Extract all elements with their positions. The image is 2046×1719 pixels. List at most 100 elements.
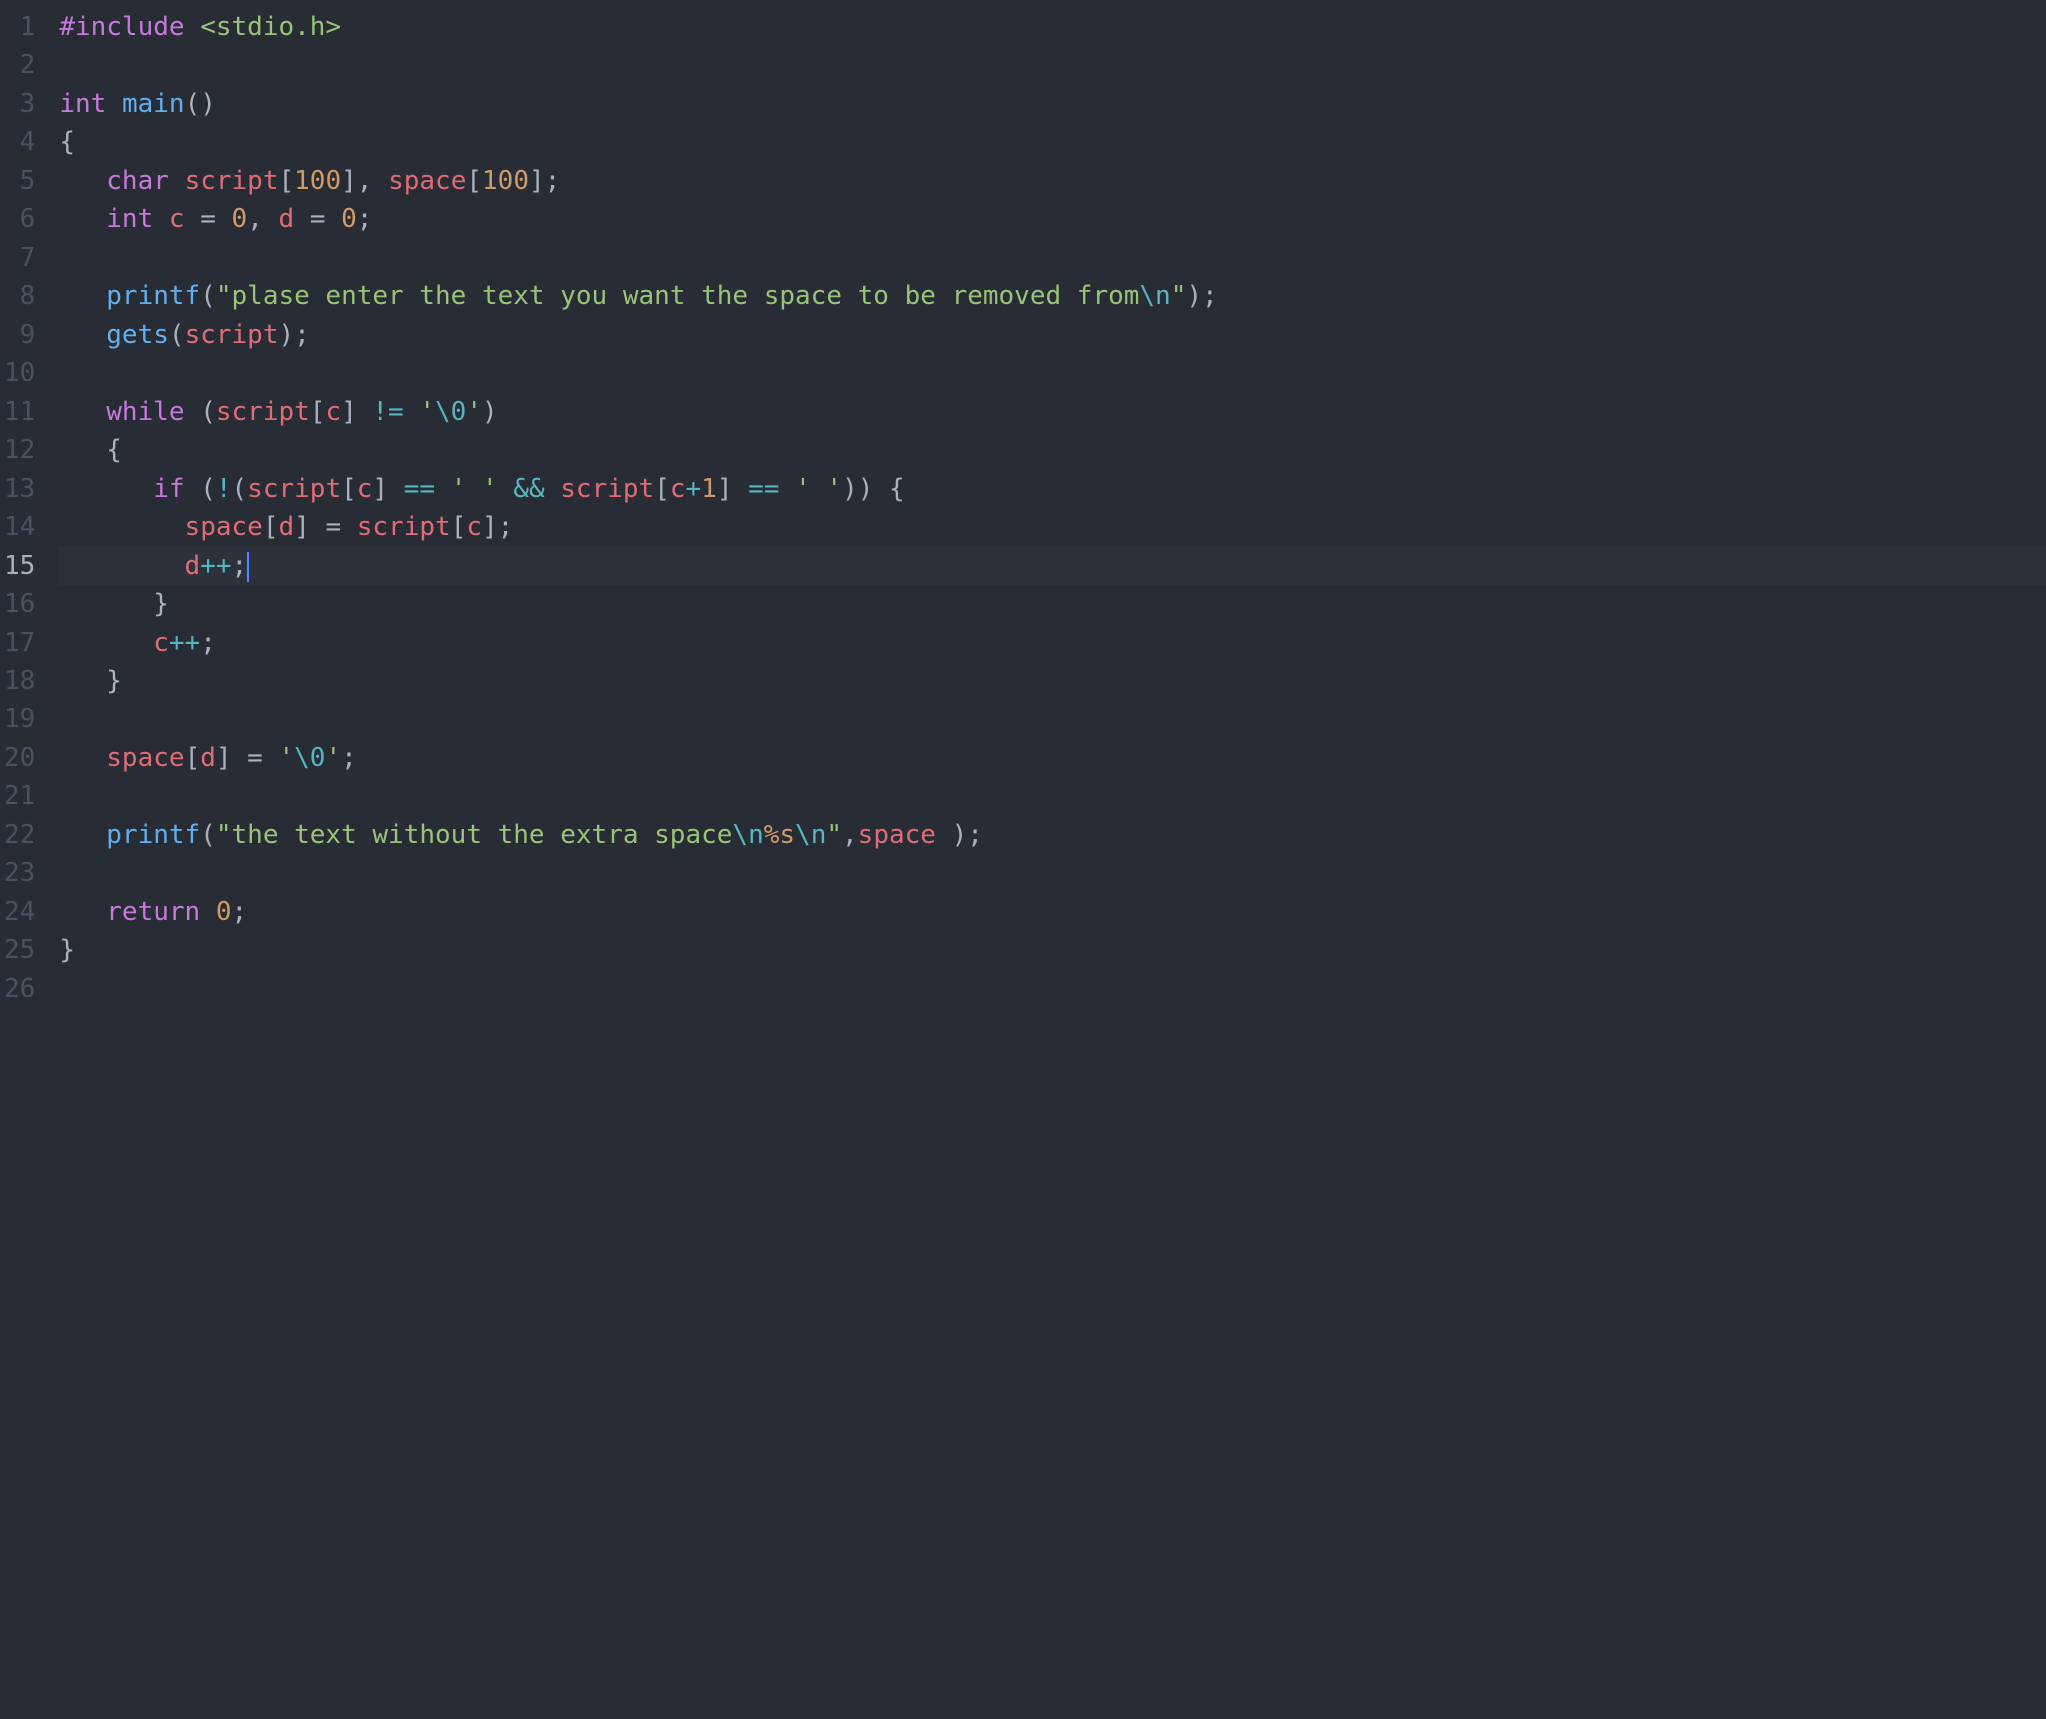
indent xyxy=(59,320,106,350)
token xyxy=(435,474,451,504)
line-number: 26 xyxy=(4,970,35,1008)
code-line[interactable]: int main() xyxy=(59,85,2046,123)
token: ); xyxy=(1186,281,1217,311)
token: + xyxy=(686,474,702,504)
code-line[interactable] xyxy=(59,777,2046,815)
token: != xyxy=(372,397,403,427)
token: script xyxy=(185,166,279,196)
code-line[interactable]: gets(script); xyxy=(59,316,2046,354)
token: ); xyxy=(278,320,309,350)
line-number: 16 xyxy=(4,585,35,623)
token: script xyxy=(560,474,654,504)
code-line[interactable] xyxy=(59,239,2046,277)
code-line[interactable]: } xyxy=(59,662,2046,700)
indent xyxy=(59,666,106,696)
token: ( xyxy=(200,397,216,427)
indent xyxy=(59,512,184,542)
token: int xyxy=(59,89,122,119)
token: ] xyxy=(341,397,372,427)
code-line[interactable]: } xyxy=(59,931,2046,969)
token: ) xyxy=(482,397,498,427)
token: [ xyxy=(185,743,201,773)
token: while xyxy=(106,397,200,427)
code-line[interactable]: d++; xyxy=(59,547,2046,585)
token: == xyxy=(404,474,435,504)
code-line[interactable] xyxy=(59,970,2046,1008)
code-line[interactable]: #include <stdio.h> xyxy=(59,8,2046,46)
token: space xyxy=(388,166,466,196)
line-number: 20 xyxy=(4,739,35,777)
token: ] = xyxy=(294,512,357,542)
token: ; xyxy=(341,743,357,773)
line-number: 9 xyxy=(4,316,35,354)
token: return xyxy=(106,897,216,927)
token: ( xyxy=(200,820,216,850)
token: d xyxy=(279,204,295,234)
indent xyxy=(59,397,106,427)
code-line[interactable]: { xyxy=(59,431,2046,469)
token: } xyxy=(106,666,122,696)
code-line[interactable]: c++; xyxy=(59,624,2046,662)
token: )) { xyxy=(842,474,905,504)
indent xyxy=(59,435,106,465)
code-line[interactable]: { xyxy=(59,123,2046,161)
line-number: 23 xyxy=(4,854,35,892)
token: %s xyxy=(764,820,795,850)
token: 100 xyxy=(482,166,529,196)
token: { xyxy=(59,127,75,157)
token: c xyxy=(357,474,373,504)
token: ]; xyxy=(529,166,560,196)
token: [ xyxy=(278,166,294,196)
code-line[interactable]: printf("the text without the extra space… xyxy=(59,816,2046,854)
token: c xyxy=(325,397,341,427)
token: [ xyxy=(341,474,357,504)
token: "plase enter the text you want the space… xyxy=(216,281,1140,311)
token: } xyxy=(153,589,169,619)
token: ! xyxy=(216,474,232,504)
code-line[interactable]: } xyxy=(59,585,2046,623)
code-line[interactable]: if (!(script[c] == ' ' && script[c+1] ==… xyxy=(59,470,2046,508)
text-cursor xyxy=(247,552,249,582)
line-number: 19 xyxy=(4,700,35,738)
token: [ xyxy=(451,512,467,542)
token xyxy=(404,397,420,427)
token: ' xyxy=(325,743,341,773)
code-line[interactable]: return 0; xyxy=(59,893,2046,931)
token: if xyxy=(153,474,200,504)
token: 0 xyxy=(341,204,357,234)
token: " xyxy=(826,820,842,850)
line-number: 1 xyxy=(4,8,35,46)
token: char xyxy=(106,166,184,196)
token: 0 xyxy=(216,897,232,927)
code-line[interactable]: space[d] = script[c]; xyxy=(59,508,2046,546)
line-number: 6 xyxy=(4,200,35,238)
code-line[interactable] xyxy=(59,854,2046,892)
line-number: 7 xyxy=(4,239,35,277)
line-number: 18 xyxy=(4,662,35,700)
code-line[interactable]: printf("plase enter the text you want th… xyxy=(59,277,2046,315)
code-line[interactable]: space[d] = '\0'; xyxy=(59,739,2046,777)
code-line[interactable]: while (script[c] != '\0') xyxy=(59,393,2046,431)
token: ( xyxy=(232,474,248,504)
code-area[interactable]: #include <stdio.h> int main() { char scrip… xyxy=(49,0,2046,1719)
token: ; xyxy=(232,551,248,581)
token: [ xyxy=(466,166,482,196)
line-number: 11 xyxy=(4,393,35,431)
token: 100 xyxy=(294,166,341,196)
indent xyxy=(59,281,106,311)
token: printf xyxy=(106,281,200,311)
indent xyxy=(59,820,106,850)
code-line[interactable]: char script[100], space[100]; xyxy=(59,162,2046,200)
code-line[interactable] xyxy=(59,354,2046,392)
token: && xyxy=(513,474,544,504)
code-line[interactable] xyxy=(59,46,2046,84)
line-number: 24 xyxy=(4,893,35,931)
code-line[interactable]: int c = 0, d = 0; xyxy=(59,200,2046,238)
code-line[interactable] xyxy=(59,700,2046,738)
token: \0 xyxy=(294,743,325,773)
line-number: 14 xyxy=(4,508,35,546)
code-editor[interactable]: 1234567891011121314151617181920212223242… xyxy=(0,0,2046,1719)
token: ( xyxy=(200,474,216,504)
line-number: 21 xyxy=(4,777,35,815)
indent xyxy=(59,204,106,234)
